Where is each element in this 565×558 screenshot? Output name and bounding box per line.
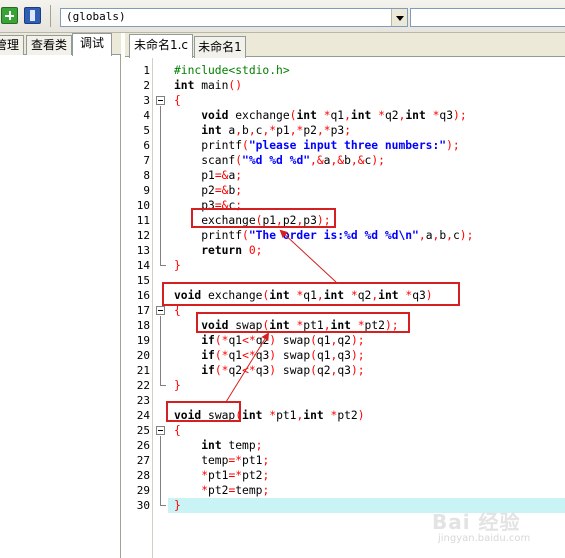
code-line[interactable]: #include<stdio.h> xyxy=(174,63,290,78)
tab-file-c[interactable]: 未命名1.c xyxy=(129,34,193,58)
code-line[interactable]: if(*q2<*q3) swap(q2,q3); xyxy=(174,363,364,378)
editor-tabs: 未命名1.c 未命名1 xyxy=(125,33,565,58)
line-number: 7 xyxy=(143,154,150,167)
toolbar: (globals) xyxy=(0,0,565,33)
line-number: 13 xyxy=(136,244,150,257)
code-line[interactable]: printf("please input three numbers:"); xyxy=(174,138,460,153)
line-number: 2 xyxy=(143,79,150,92)
watermark-logo: Bai 经验 jingyan.baidu.com xyxy=(432,506,562,556)
code-line[interactable]: printf("The order is:%d %d %d\n",a,b,c); xyxy=(174,228,473,243)
code-line[interactable]: temp=*pt1; xyxy=(174,453,269,468)
line-number: 12 xyxy=(136,229,150,242)
line-number: 5 xyxy=(143,124,150,137)
code-line[interactable]: p2=&b; xyxy=(174,183,242,198)
line-number: 17 xyxy=(136,304,150,317)
watermark-text: Bai 经验 xyxy=(432,510,521,534)
code-line[interactable]: { xyxy=(174,423,181,438)
panel-tabs: 管理 查看类 调试 xyxy=(0,33,121,56)
code-line[interactable]: } xyxy=(174,258,181,273)
line-number: 18 xyxy=(136,319,150,332)
code-line[interactable]: int temp; xyxy=(174,438,262,453)
tab-class-view[interactable]: 查看类 xyxy=(26,35,72,55)
member-dropdown[interactable] xyxy=(410,8,565,27)
line-number: 8 xyxy=(143,169,150,182)
line-number: 25 xyxy=(136,424,150,437)
watermark-url: jingyan.baidu.com xyxy=(438,533,531,544)
tab-manage[interactable]: 管理 xyxy=(0,35,24,55)
line-number: 28 xyxy=(136,469,150,482)
fold-end xyxy=(160,385,166,386)
fold-end xyxy=(160,265,166,266)
code-editor[interactable]: #include<stdio.h> int main(){ void exchan… xyxy=(168,58,565,558)
line-number: 3 xyxy=(143,94,150,107)
line-number: 19 xyxy=(136,334,150,347)
fold-toggle[interactable] xyxy=(156,96,165,105)
line-number: 16 xyxy=(136,289,150,302)
line-number-gutter: 1 2 3 4 5 6 7 8 9 10 11 12 13 14 15 16 17 18 19 20 21 22 23 24 2… xyxy=(128,58,152,558)
fold-end xyxy=(160,505,166,506)
code-line[interactable]: scanf("%d %d %d",&a,&b,&c); xyxy=(174,153,385,168)
code-line[interactable]: if(*q1<*q3) swap(q1,q3); xyxy=(174,348,364,363)
tab-file[interactable]: 未命名1 xyxy=(194,36,246,58)
code-line[interactable]: } xyxy=(174,498,181,513)
line-number: 14 xyxy=(136,259,150,272)
highlight-swap-definition xyxy=(166,401,241,422)
highlight-exchange-call xyxy=(191,208,336,228)
line-number: 4 xyxy=(143,109,150,122)
fold-guide xyxy=(160,436,161,505)
fold-toggle[interactable] xyxy=(156,426,165,435)
line-number: 11 xyxy=(136,214,150,227)
fold-guide xyxy=(160,316,161,385)
fold-toggle[interactable] xyxy=(156,306,165,315)
toolbar-separator xyxy=(50,5,51,27)
line-number: 6 xyxy=(143,139,150,152)
code-line[interactable]: { xyxy=(174,93,181,108)
highlight-swap-declaration xyxy=(196,312,410,333)
code-line[interactable]: if(*q1<*q2) swap(q1,q2); xyxy=(174,333,364,348)
code-line[interactable]: void exchange(int *q1,int *q2,int *q3); xyxy=(174,108,466,123)
line-number: 9 xyxy=(143,184,150,197)
line-number: 29 xyxy=(136,484,150,497)
line-number: 27 xyxy=(136,454,150,467)
line-number: 26 xyxy=(136,439,150,452)
code-line[interactable]: *pt1=*pt2; xyxy=(174,468,269,483)
code-line[interactable]: return 0; xyxy=(174,243,262,258)
fold-guide xyxy=(160,106,161,265)
code-line[interactable]: p1=&a; xyxy=(174,168,242,183)
code-line[interactable]: } xyxy=(174,378,181,393)
line-number: 22 xyxy=(136,379,150,392)
line-number: 23 xyxy=(136,394,150,407)
code-line[interactable]: int main() xyxy=(174,78,242,93)
highlight-exchange-definition xyxy=(162,282,460,306)
book-icon[interactable] xyxy=(24,7,41,24)
chevron-down-icon[interactable] xyxy=(391,9,407,26)
fold-column xyxy=(153,58,168,558)
tab-debug[interactable]: 调试 xyxy=(72,33,112,56)
line-number: 15 xyxy=(136,274,150,287)
globals-dropdown[interactable]: (globals) xyxy=(60,8,408,27)
code-line[interactable]: *pt2=temp; xyxy=(174,483,269,498)
line-number: 1 xyxy=(143,64,150,77)
globals-dropdown-value: (globals) xyxy=(66,10,126,23)
line-number: 24 xyxy=(136,409,150,422)
line-number: 21 xyxy=(136,364,150,377)
line-number: 10 xyxy=(136,199,150,212)
project-panel: 管理 查看类 调试 xyxy=(0,33,121,558)
line-number: 30 xyxy=(136,499,150,512)
add-project-icon[interactable] xyxy=(1,7,18,24)
line-number: 20 xyxy=(136,349,150,362)
code-line[interactable]: int a,b,c,*p1,*p2,*p3; xyxy=(174,123,351,138)
